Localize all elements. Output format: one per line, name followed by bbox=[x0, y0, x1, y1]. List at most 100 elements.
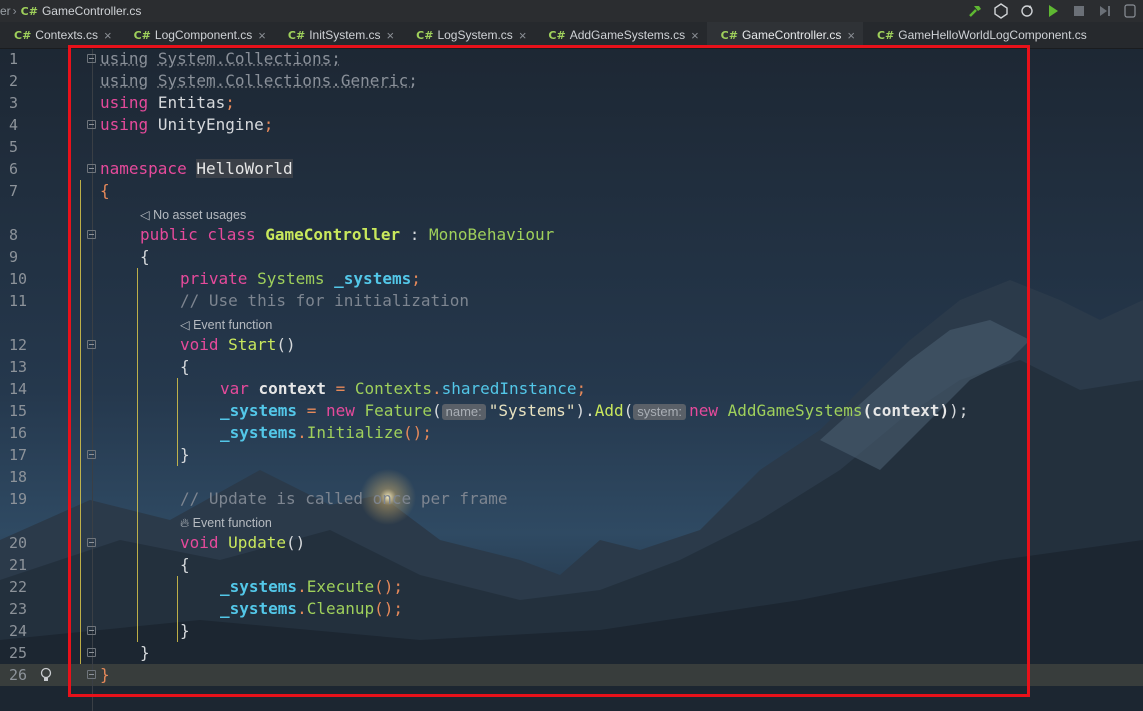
code-line-3[interactable]: using Entitas; bbox=[100, 92, 235, 114]
event-function-hint[interactable]: 🔥︎ Event function bbox=[180, 514, 272, 532]
editor-tabs: C# Contexts.cs × C# LogComponent.cs × C#… bbox=[0, 22, 1143, 49]
hammer-icon[interactable] bbox=[967, 3, 983, 19]
gutter-divider bbox=[92, 48, 93, 711]
breadcrumb-file[interactable]: GameController.cs bbox=[42, 4, 141, 18]
settings-icon[interactable] bbox=[1123, 3, 1137, 19]
indent-guide bbox=[177, 378, 178, 466]
code-line-15[interactable]: _systems = new Feature(name: "Systems").A… bbox=[220, 400, 968, 422]
csharp-file-icon: C# bbox=[548, 28, 566, 42]
code-line-22[interactable]: _systems.Execute(); bbox=[220, 576, 403, 598]
csharp-file-icon: C# bbox=[720, 28, 738, 42]
indent-guide bbox=[137, 268, 138, 642]
flame-icon: 🔥︎ bbox=[180, 516, 193, 530]
tab-add-game-systems[interactable]: C# AddGameSystems.cs × bbox=[534, 22, 706, 48]
usage-hint[interactable]: ◁ No asset usages bbox=[140, 206, 246, 224]
code-line-21[interactable]: { bbox=[180, 554, 190, 576]
code-line-13[interactable]: { bbox=[180, 356, 190, 378]
csharp-file-icon: C# bbox=[876, 28, 895, 42]
close-icon[interactable]: × bbox=[104, 28, 112, 43]
fold-marker[interactable] bbox=[87, 54, 96, 63]
unity-icon[interactable] bbox=[993, 3, 1009, 19]
tab-contexts[interactable]: C# Contexts.cs × bbox=[0, 22, 120, 48]
code-line-16[interactable]: _systems.Initialize(); bbox=[220, 422, 432, 444]
code-line-4[interactable]: using UnityEngine; bbox=[100, 114, 273, 136]
run-toolbar bbox=[967, 0, 1143, 22]
close-icon[interactable]: × bbox=[519, 28, 527, 43]
indent-guide bbox=[80, 180, 81, 664]
indent-guide bbox=[177, 576, 178, 642]
fold-marker[interactable] bbox=[87, 164, 96, 173]
code-line-17[interactable]: } bbox=[180, 444, 190, 466]
fold-marker[interactable] bbox=[87, 230, 96, 239]
code-line-11[interactable]: // Use this for initialization bbox=[180, 290, 469, 312]
csharp-file-icon: C# bbox=[416, 28, 434, 42]
play-icon[interactable] bbox=[1045, 3, 1061, 19]
line-number: 1 bbox=[9, 50, 19, 68]
line-number: 6 bbox=[9, 160, 19, 178]
line-number: 5 bbox=[9, 138, 19, 156]
fold-marker[interactable] bbox=[87, 670, 96, 679]
tab-log-component[interactable]: C# LogComponent.cs × bbox=[120, 22, 274, 48]
line-number: 13 bbox=[9, 358, 28, 376]
code-line-7[interactable]: { bbox=[100, 180, 110, 202]
code-line-9[interactable]: { bbox=[140, 246, 150, 268]
code-line-19[interactable]: // Update is called once per frame bbox=[180, 488, 508, 510]
fold-marker[interactable] bbox=[87, 538, 96, 547]
close-icon[interactable]: × bbox=[387, 28, 395, 43]
line-number: 14 bbox=[9, 380, 28, 398]
close-icon[interactable]: × bbox=[847, 28, 855, 43]
fold-marker[interactable] bbox=[87, 648, 96, 657]
tab-game-hello-world-log-component[interactable]: C# GameHelloWorldLogComponent.cs bbox=[863, 22, 1095, 48]
fold-marker[interactable] bbox=[87, 120, 96, 129]
line-number: 25 bbox=[9, 644, 28, 662]
code-line-6[interactable]: namespace HelloWorld bbox=[100, 158, 293, 180]
tab-init-system[interactable]: C# InitSystem.cs × bbox=[274, 22, 402, 48]
code-line-20[interactable]: void Update() bbox=[180, 532, 305, 554]
unity-icon: ◁ bbox=[180, 318, 194, 332]
line-number: 8 bbox=[9, 226, 19, 244]
event-function-hint[interactable]: ◁ Event function bbox=[180, 316, 272, 334]
line-number: 15 bbox=[9, 402, 28, 420]
code-editor[interactable]: 1 2 3 4 5 6 7 8 9 10 11 12 13 14 15 16 1… bbox=[0, 48, 1143, 711]
line-number: 26 bbox=[9, 666, 28, 684]
unity-icon: ◁ bbox=[140, 208, 154, 222]
close-icon[interactable]: × bbox=[691, 28, 699, 43]
breadcrumb-bar: er › C# GameController.cs bbox=[0, 0, 1143, 22]
parameter-name-hint: name: bbox=[441, 404, 486, 420]
csharp-file-icon: C# bbox=[14, 28, 32, 42]
line-number: 22 bbox=[9, 578, 28, 596]
step-icon[interactable] bbox=[1097, 3, 1113, 19]
code-line-8[interactable]: public class GameController : MonoBehavi… bbox=[140, 224, 554, 246]
line-number: 12 bbox=[9, 336, 28, 354]
csharp-file-icon: C# bbox=[20, 4, 38, 18]
breadcrumb-prefix[interactable]: er bbox=[0, 4, 11, 18]
chevron-right-icon: › bbox=[12, 4, 17, 18]
code-line-23[interactable]: _systems.Cleanup(); bbox=[220, 598, 403, 620]
refresh-icon[interactable] bbox=[1019, 3, 1035, 19]
line-number: 16 bbox=[9, 424, 28, 442]
tab-game-controller[interactable]: C# GameController.cs × bbox=[706, 22, 864, 48]
tab-log-system[interactable]: C# LogSystem.cs × bbox=[402, 22, 534, 48]
line-number: 7 bbox=[9, 182, 19, 200]
line-number: 9 bbox=[9, 248, 19, 266]
lightbulb-icon[interactable] bbox=[39, 667, 53, 687]
fold-marker[interactable] bbox=[87, 450, 96, 459]
code-line-25[interactable]: } bbox=[140, 642, 150, 664]
fold-marker[interactable] bbox=[87, 340, 96, 349]
fold-marker[interactable] bbox=[87, 626, 96, 635]
code-line-14[interactable]: var context = Contexts.sharedInstance; bbox=[220, 378, 586, 400]
csharp-file-icon: C# bbox=[287, 28, 306, 42]
code-line-24[interactable]: } bbox=[180, 620, 190, 642]
stop-icon[interactable] bbox=[1071, 3, 1087, 19]
line-number: 21 bbox=[9, 556, 28, 574]
code-line-12[interactable]: void Start() bbox=[180, 334, 296, 356]
close-icon[interactable]: × bbox=[258, 28, 266, 43]
code-line-10[interactable]: private Systems _systems; bbox=[180, 268, 421, 290]
code-line-1[interactable]: using System.Collections; bbox=[100, 48, 341, 70]
code-line-26[interactable]: } bbox=[100, 664, 110, 686]
code-line-2[interactable]: using System.Collections.Generic; bbox=[100, 70, 418, 92]
csharp-file-icon: C# bbox=[133, 28, 151, 42]
line-number: 18 bbox=[9, 468, 28, 486]
line-number: 23 bbox=[9, 600, 28, 618]
current-line-highlight bbox=[0, 664, 1143, 686]
